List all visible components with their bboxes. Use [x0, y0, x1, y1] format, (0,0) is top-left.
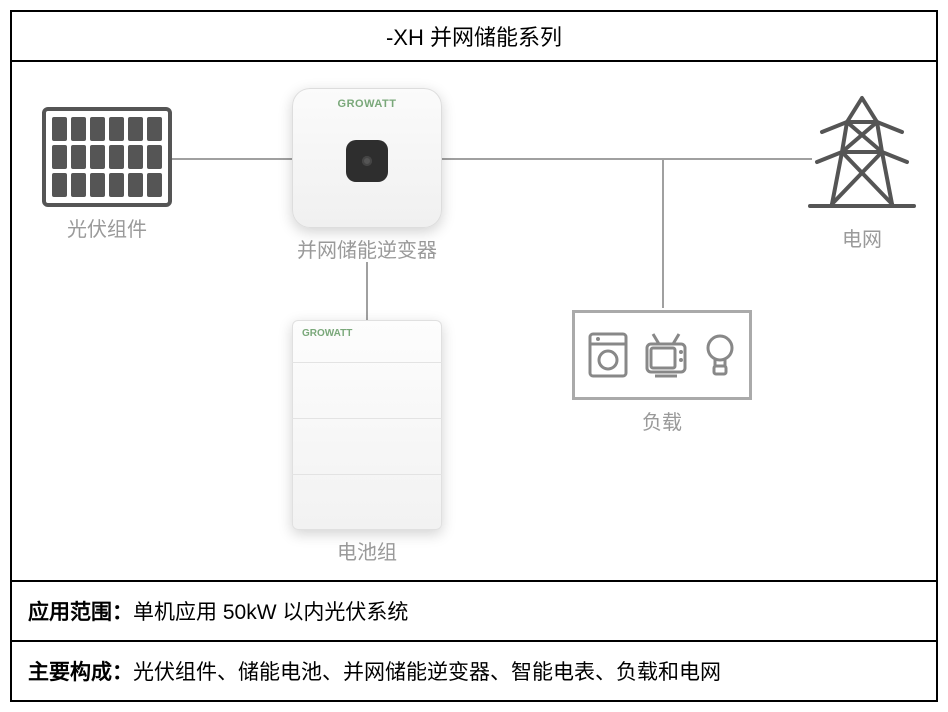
- components-label: 主要构成：: [28, 661, 133, 684]
- tv-icon: [641, 330, 691, 380]
- battery-brand: GROWATT: [302, 328, 352, 339]
- application-scope-row: 应用范围：单机应用 50kW 以内光伏系统: [12, 582, 936, 642]
- wire-branch-to-loads: [662, 158, 664, 308]
- inverter-brand: GROWATT: [292, 98, 442, 110]
- washing-machine-icon: [586, 330, 630, 380]
- battery-label: 电池组: [292, 536, 442, 565]
- series-title: -XH 并网储能系列: [386, 25, 562, 50]
- battery-node: GROWATT 电池组: [292, 320, 442, 565]
- inverter-label: 并网储能逆变器: [292, 234, 442, 263]
- grid-node: 电网: [802, 92, 922, 252]
- battery-stack-icon: GROWATT: [292, 320, 442, 530]
- wire-inverter-to-battery: [366, 262, 368, 322]
- grid-label: 电网: [802, 223, 922, 252]
- wire-inverter-to-grid: [442, 158, 812, 160]
- scope-value: 单机应用 50kW 以内光伏系统: [133, 601, 408, 624]
- solar-panel-icon: [42, 107, 172, 207]
- scope-label: 应用范围：: [28, 601, 133, 624]
- system-diagram: 光伏组件 GROWATT 并网储能逆变器: [12, 62, 936, 582]
- main-components-row: 主要构成：光伏组件、储能电池、并网储能逆变器、智能电表、负载和电网: [12, 642, 936, 700]
- transmission-tower-icon: [802, 92, 922, 212]
- loads-node: 负载: [572, 310, 752, 435]
- lightbulb-icon: [702, 330, 738, 380]
- inverter-node: GROWATT 并网储能逆变器: [292, 88, 442, 263]
- wire-pv-to-inverter: [172, 158, 292, 160]
- title-row: -XH 并网储能系列: [12, 12, 936, 62]
- pv-label: 光伏组件: [42, 213, 172, 242]
- loads-box: [572, 310, 752, 400]
- loads-label: 负载: [572, 406, 752, 435]
- series-table: -XH 并网储能系列 光伏组件 GROWATT: [10, 10, 938, 702]
- inverter-icon: GROWATT: [292, 88, 442, 228]
- inverter-display: [346, 140, 388, 182]
- components-value: 光伏组件、储能电池、并网储能逆变器、智能电表、负载和电网: [133, 661, 721, 684]
- pv-module-node: 光伏组件: [42, 107, 172, 242]
